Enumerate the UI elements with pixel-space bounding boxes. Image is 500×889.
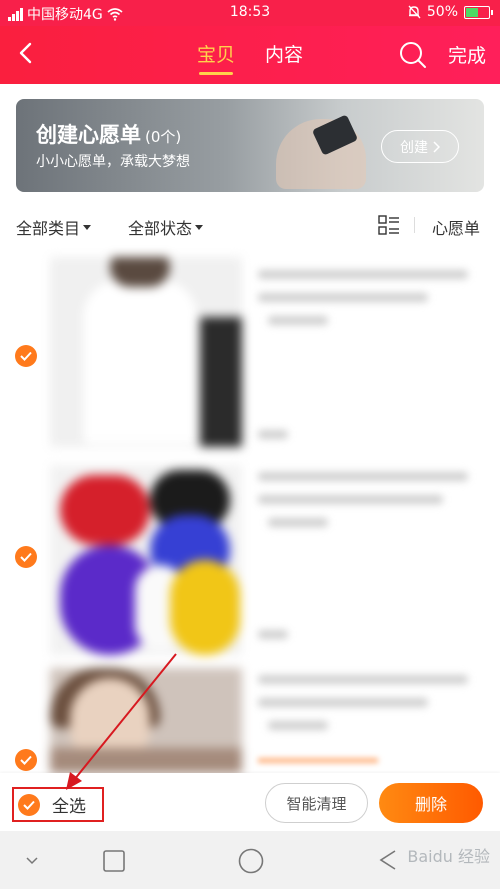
filter-divider — [414, 217, 415, 233]
home-icon[interactable] — [238, 848, 264, 874]
filter-bar: 全部类目 全部状态 心愿单 — [0, 210, 500, 240]
battery-fill — [466, 7, 478, 17]
list-item[interactable] — [0, 460, 500, 660]
blur-line — [268, 316, 328, 325]
tab-items[interactable]: 宝贝 — [197, 40, 235, 75]
checkmark-icon — [20, 755, 32, 765]
list-view-icon[interactable] — [378, 215, 400, 235]
select-all-button[interactable]: 全选 — [12, 787, 104, 822]
item-blurred-text — [258, 472, 473, 541]
thumb-shape — [50, 748, 242, 773]
wishlist-banner: 创建心愿单 (0个) 小小心愿单，承载大梦想 创建 — [16, 99, 484, 192]
wishlist-link[interactable]: 心愿单 — [432, 215, 480, 239]
item-blurred-text — [258, 675, 473, 744]
delete-button[interactable]: 删除 — [379, 783, 483, 823]
status-filter-label: 全部状态 — [128, 219, 193, 238]
blur-line — [258, 630, 288, 639]
category-filter[interactable]: 全部类目 — [16, 215, 92, 239]
tab-content[interactable]: 内容 — [265, 40, 303, 75]
list-item[interactable] — [0, 252, 500, 452]
thumb-shape — [200, 317, 242, 447]
item-blurred-text — [258, 630, 473, 653]
banner-title-text: 创建心愿单 — [36, 123, 141, 147]
blur-line — [258, 698, 428, 707]
item-price-strip — [258, 758, 378, 763]
caret-down-icon — [83, 224, 92, 230]
item-blurred-text — [258, 430, 473, 453]
status-filter[interactable]: 全部状态 — [128, 215, 204, 239]
blur-line — [258, 472, 468, 481]
checkmark-icon — [23, 800, 35, 810]
item-thumbnail[interactable] — [50, 668, 242, 773]
blur-line — [258, 270, 468, 279]
back-nav-icon[interactable] — [378, 849, 398, 871]
banner-subtitle: 小小心愿单，承载大梦想 — [36, 154, 190, 170]
system-nav-bar: Baidu 经验 — [0, 831, 500, 889]
select-all-checkbox[interactable] — [18, 793, 40, 816]
item-checkbox[interactable] — [15, 749, 37, 771]
thumb-shape — [80, 277, 200, 447]
action-bar: 全选 智能清理 删除 — [0, 773, 500, 831]
blur-line — [268, 518, 328, 527]
item-blurred-text — [258, 270, 473, 339]
blur-line — [258, 430, 288, 439]
item-thumbnail[interactable] — [50, 257, 242, 447]
nav-bar: 宝贝 内容 完成 — [0, 26, 500, 84]
blur-line — [258, 293, 428, 302]
thumb-shape — [110, 257, 170, 287]
thumb-shape — [60, 475, 150, 545]
banner-title: 创建心愿单 (0个) — [36, 119, 181, 149]
category-filter-label: 全部类目 — [16, 219, 81, 238]
status-bar: 中国移动4G 18:53 50% — [0, 0, 500, 26]
item-checkbox[interactable] — [15, 546, 37, 568]
item-thumbnail[interactable] — [50, 465, 242, 655]
caret-down-icon — [195, 224, 204, 230]
recent-apps-icon[interactable] — [103, 850, 125, 872]
watermark: Baidu 经验 — [407, 847, 490, 866]
create-button-label: 创建 — [400, 139, 428, 156]
chevron-right-icon — [433, 140, 440, 153]
select-all-label: 全选 — [52, 797, 86, 817]
blur-line — [268, 721, 328, 730]
search-icon[interactable] — [398, 40, 428, 70]
alarm-icon — [408, 5, 421, 19]
status-right: 50% — [407, 4, 493, 20]
banner-count: (0个) — [145, 128, 182, 146]
item-checkbox[interactable] — [15, 345, 37, 367]
smart-clean-button[interactable]: 智能清理 — [265, 783, 368, 823]
create-wishlist-button[interactable]: 创建 — [381, 130, 459, 163]
thumb-shape — [170, 560, 240, 655]
battery-icon — [464, 5, 493, 19]
hide-nav-icon[interactable] — [25, 856, 39, 866]
checkmark-icon — [20, 351, 32, 361]
done-button[interactable]: 完成 — [448, 41, 486, 68]
checkmark-icon — [20, 552, 32, 562]
blur-line — [258, 675, 468, 684]
blur-line — [258, 495, 443, 504]
battery-percent: 50% — [426, 4, 458, 20]
